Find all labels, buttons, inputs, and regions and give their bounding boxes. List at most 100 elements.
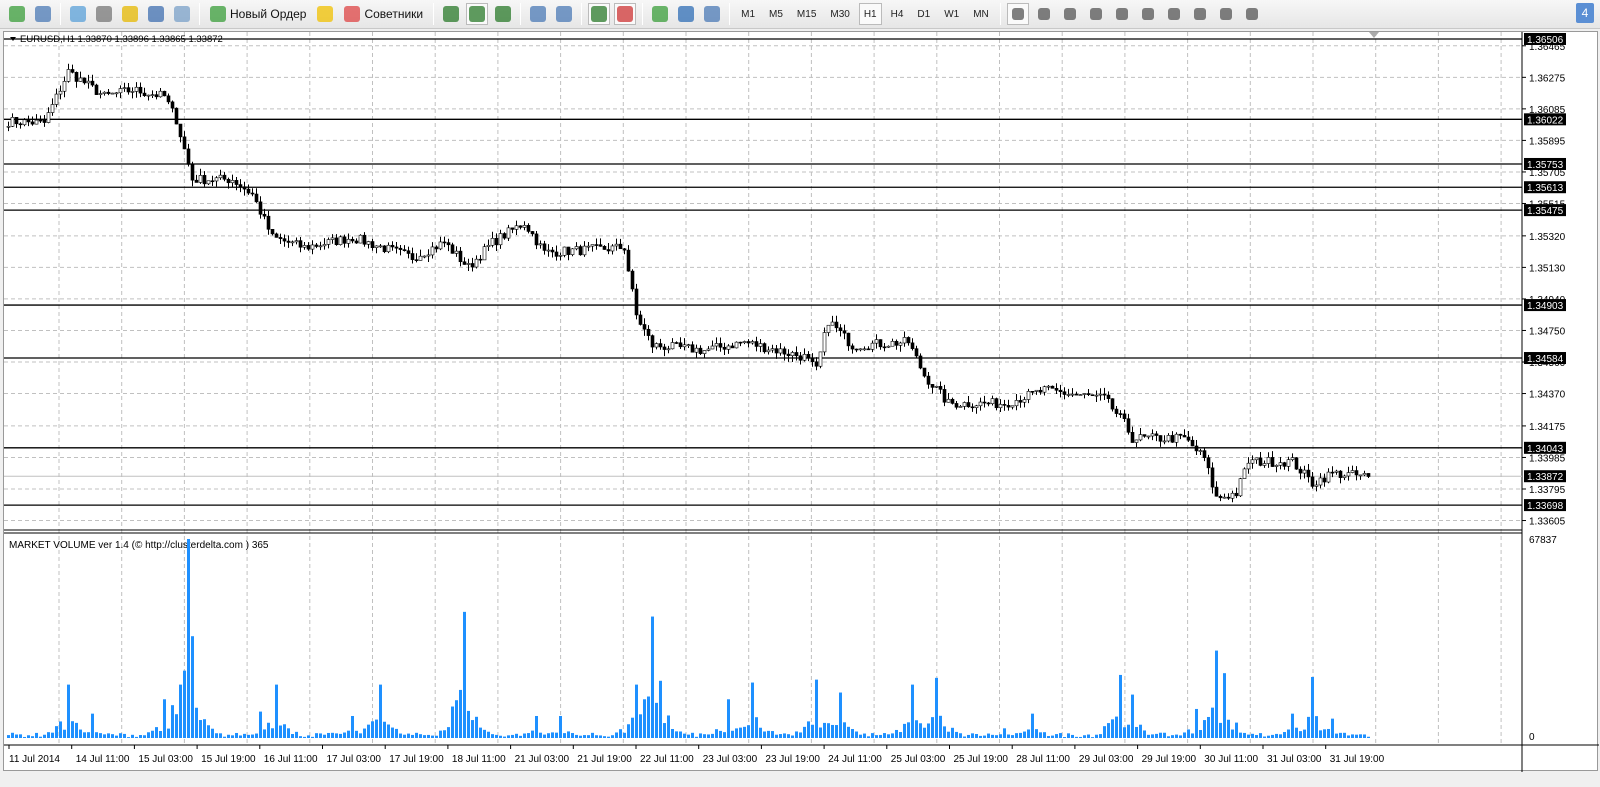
candle-body [466,263,471,265]
timeframe-h4[interactable]: H4 [886,3,909,25]
volume-bar [507,735,510,738]
market-watch-button[interactable] [67,3,89,25]
volume-bar [579,735,582,738]
volume-bar [47,732,50,738]
timeframe-mn[interactable]: MN [968,3,994,25]
bar-chart-button[interactable]: Советники [340,3,427,25]
volume-bar [1059,733,1062,738]
new-order-button[interactable]: Новый Ордер [206,3,310,25]
timeframe-m15[interactable]: M15 [792,3,821,25]
volume-bar [339,733,342,738]
volume-bar [779,734,782,738]
candle-body [1174,433,1179,443]
timeframe-w1[interactable]: W1 [939,3,964,25]
candle-body [1362,473,1367,476]
candle-body [666,348,671,351]
volume-bar [1123,727,1126,738]
cursor-button[interactable] [1006,3,1029,25]
chart-shift-marker[interactable] [1369,32,1379,38]
terminal-button[interactable] [145,3,167,25]
volume-bar [1139,724,1142,738]
candle-body [82,77,87,84]
candle-body [646,328,651,336]
experts-warning-button[interactable] [314,3,336,25]
timeframe-d1[interactable]: D1 [912,3,935,25]
candle-body [218,174,223,179]
equidistant-channel-button[interactable] [1137,3,1159,25]
candle-body [502,233,507,239]
volume-bar [219,733,222,738]
volume-bar [891,733,894,738]
volume-bar [767,730,770,738]
vertical-line-button[interactable] [1059,3,1081,25]
volume-bar [367,724,370,738]
candle-body [782,348,787,355]
templates-button[interactable] [701,3,723,25]
volume-bar [731,730,734,738]
fibonacci-button[interactable] [1163,3,1185,25]
volume-bar [479,727,482,738]
timeframe-m5[interactable]: M5 [764,3,788,25]
volume-bar [195,707,198,738]
zoom-in-button[interactable] [527,3,549,25]
indicators-button[interactable] [649,3,671,25]
time-label: 25 Jul 19:00 [954,754,1009,765]
profiles-button[interactable] [32,3,54,25]
zoom-out-button[interactable] [553,3,575,25]
candle-body [138,86,143,94]
candlestick-button[interactable] [466,3,489,25]
candle-body [114,92,119,95]
timeframe-m1[interactable]: M1 [736,3,760,25]
volume-bar [835,725,838,738]
timeframe-h1[interactable]: H1 [858,3,882,25]
arrows-button[interactable] [1241,3,1263,25]
time-label: 15 Jul 19:00 [201,754,256,765]
candle-body [1010,405,1015,408]
candle-body [370,241,375,248]
candle-body [1030,391,1035,393]
horizontal-line-button[interactable] [1085,3,1107,25]
candle-body [358,234,363,244]
volume-bar [71,721,74,738]
volume-bar [743,726,746,738]
volume-bar [631,717,634,738]
text-button[interactable] [1189,3,1211,25]
volume-bar [859,734,862,738]
candle-body [634,288,639,316]
strategy-tester-button[interactable] [171,3,193,25]
candle-body [970,406,975,409]
periods-button[interactable] [675,3,697,25]
new-chart-button[interactable] [6,3,28,25]
timeframe-m30[interactable]: M30 [825,3,854,25]
favorites-button[interactable] [119,3,141,25]
volume-bar [1131,694,1134,738]
text-label-icon [1219,8,1232,20]
text-label-button[interactable] [1215,3,1237,25]
chart-canvas[interactable]: 1.364651.362751.360851.358951.357051.355… [4,32,1599,772]
candle-body [602,246,607,250]
volume-bar [235,732,238,738]
bar-chart-button[interactable] [440,3,462,25]
crosshair-button[interactable] [1033,3,1055,25]
candle-body [1094,394,1099,397]
autoscroll-button[interactable] [588,3,611,25]
navigator-crosshair-button[interactable] [93,3,115,25]
volume-bar [719,730,722,738]
line-chart-button[interactable] [492,3,514,25]
volume-bar [59,721,62,738]
volume-bar [515,733,518,738]
volume-bar [947,731,950,738]
candle-body [1062,391,1067,395]
notifications-badge[interactable]: 4 [1576,3,1594,23]
volume-bar [1279,734,1282,738]
trendline-icon [1115,8,1128,20]
candle-body [198,175,203,183]
volume-bar [1087,734,1090,738]
candle-body [230,180,235,184]
candle-body [918,355,923,369]
candle-body [562,246,567,256]
trendline-button[interactable] [1111,3,1133,25]
time-label: 28 Jul 11:00 [1016,754,1070,765]
chart-shift-button[interactable] [614,3,637,25]
chart-window[interactable]: 1.364651.362751.360851.358951.357051.355… [3,31,1599,772]
